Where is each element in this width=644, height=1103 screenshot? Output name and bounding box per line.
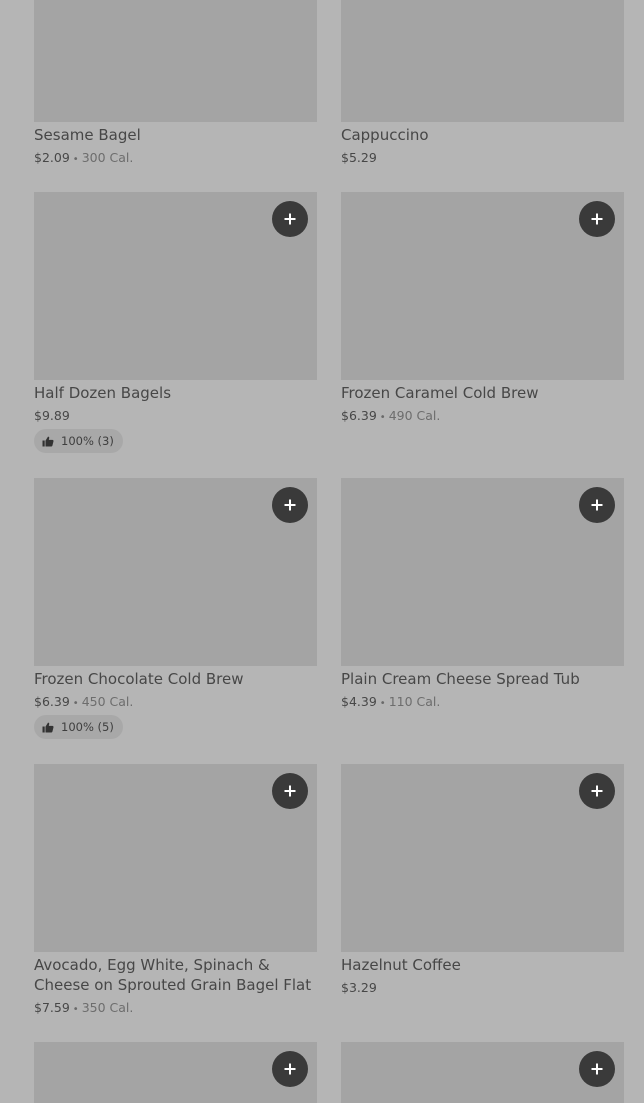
item-meta: $3.29: [341, 980, 377, 996]
item-image[interactable]: [34, 0, 317, 122]
item-meta: $6.39 • 490 Cal.: [341, 408, 440, 426]
item-name: Cappuccino: [341, 126, 429, 144]
add-to-cart-button[interactable]: [272, 487, 308, 523]
item-image[interactable]: [341, 0, 624, 122]
plus-icon: [284, 785, 296, 797]
plus-icon: [591, 1063, 603, 1075]
plus-icon: [284, 213, 296, 225]
item-meta: $7.59 • 350 Cal.: [34, 1000, 133, 1018]
item-meta: $9.89: [34, 408, 70, 424]
add-to-cart-button[interactable]: [579, 201, 615, 237]
item-price: $7.59: [34, 1000, 70, 1015]
separator-dot: •: [379, 412, 386, 423]
item-name: Hazelnut Coffee: [341, 956, 461, 974]
add-to-cart-button[interactable]: [272, 201, 308, 237]
item-calories: 450 Cal.: [81, 694, 134, 709]
add-to-cart-button[interactable]: [579, 487, 615, 523]
separator-dot: •: [379, 698, 386, 709]
item-meta: $5.29: [341, 150, 377, 166]
item-price: $6.39: [341, 408, 377, 423]
plus-icon: [284, 1063, 296, 1075]
rating-badge: 100% (5): [34, 715, 123, 739]
thumbs-up-icon: [42, 722, 54, 732]
add-to-cart-button[interactable]: [272, 773, 308, 809]
separator-dot: •: [72, 154, 79, 165]
plus-icon: [591, 785, 603, 797]
item-calories: 350 Cal.: [81, 1000, 134, 1015]
item-name: Sesame Bagel: [34, 126, 141, 144]
item-name: Half Dozen Bagels: [34, 384, 172, 402]
item-name: Plain Cream Cheese Spread Tub: [341, 670, 580, 688]
item-price: $9.89: [34, 408, 70, 423]
separator-dot: •: [72, 698, 79, 709]
item-meta: $4.39 • 110 Cal.: [341, 694, 440, 712]
item-meta: $2.09 • 300 Cal.: [34, 150, 133, 168]
item-price: $6.39: [34, 694, 70, 709]
plus-icon: [284, 499, 296, 511]
separator-dot: •: [72, 1004, 79, 1015]
item-calories: 110 Cal.: [388, 694, 441, 709]
item-name: Frozen Chocolate Cold Brew: [34, 670, 244, 688]
item-price: $5.29: [341, 150, 377, 165]
add-to-cart-button[interactable]: [579, 773, 615, 809]
add-to-cart-button[interactable]: [272, 1051, 308, 1087]
item-price: $2.09: [34, 150, 70, 165]
item-price: $4.39: [341, 694, 377, 709]
rating-badge: 100% (3): [34, 429, 123, 453]
thumbs-up-icon: [42, 436, 54, 446]
rating-text: 100% (5): [61, 720, 114, 734]
item-calories: 300 Cal.: [81, 150, 134, 165]
plus-icon: [591, 499, 603, 511]
item-calories: 490 Cal.: [388, 408, 441, 423]
plus-icon: [591, 213, 603, 225]
rating-text: 100% (3): [61, 434, 114, 448]
item-price: $3.29: [341, 980, 377, 995]
item-meta: $6.39 • 450 Cal.: [34, 694, 133, 712]
item-name: Frozen Caramel Cold Brew: [341, 384, 539, 402]
item-name: Avocado, Egg White, Spinach & Cheese on …: [34, 956, 312, 994]
add-to-cart-button[interactable]: [579, 1051, 615, 1087]
